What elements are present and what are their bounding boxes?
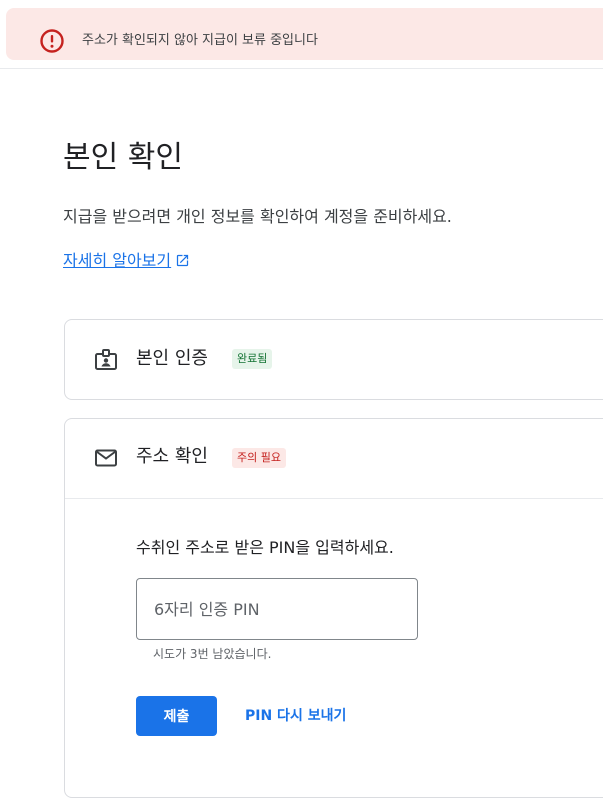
address-card-title: 주소 확인 bbox=[136, 446, 208, 467]
submit-button[interactable]: 제출 bbox=[136, 696, 217, 736]
pin-input[interactable] bbox=[136, 578, 418, 640]
alert-message: 주소가 확인되지 않아 지급이 보류 중입니다 bbox=[82, 33, 318, 48]
identity-verification-card[interactable]: 본인 인증 완료됨 bbox=[64, 319, 603, 400]
status-badge-complete: 완료됨 bbox=[232, 349, 273, 369]
open-in-new-icon bbox=[177, 254, 189, 267]
card-divider bbox=[65, 498, 603, 499]
page-title: 본인 확인 bbox=[63, 140, 183, 175]
learn-more-label: 자세히 알아보기 bbox=[63, 251, 172, 270]
address-verification-card: 주소 확인 주의 필요 수취인 주소로 받은 PIN을 입력하세요. 시도가 3… bbox=[64, 418, 603, 798]
error-circle-icon bbox=[40, 29, 64, 53]
resend-pin-button[interactable]: PIN 다시 보내기 bbox=[245, 706, 346, 726]
pin-instruction: 수취인 주소로 받은 PIN을 입력하세요. bbox=[136, 538, 394, 557]
identity-card-title: 본인 인증 bbox=[136, 348, 208, 369]
learn-more-link[interactable]: 자세히 알아보기 bbox=[63, 249, 190, 273]
top-divider bbox=[0, 68, 603, 69]
alert-banner: 주소가 확인되지 않아 지급이 보류 중입니다 bbox=[6, 8, 603, 60]
page-subtitle: 지급을 받으려면 개인 정보를 확인하여 계정을 준비하세요. bbox=[63, 207, 452, 226]
attempts-remaining-text: 시도가 3번 남았습니다. bbox=[153, 647, 272, 661]
id-badge-icon bbox=[95, 349, 117, 370]
mail-icon bbox=[95, 449, 117, 467]
status-badge-attention: 주의 필요 bbox=[232, 448, 286, 468]
